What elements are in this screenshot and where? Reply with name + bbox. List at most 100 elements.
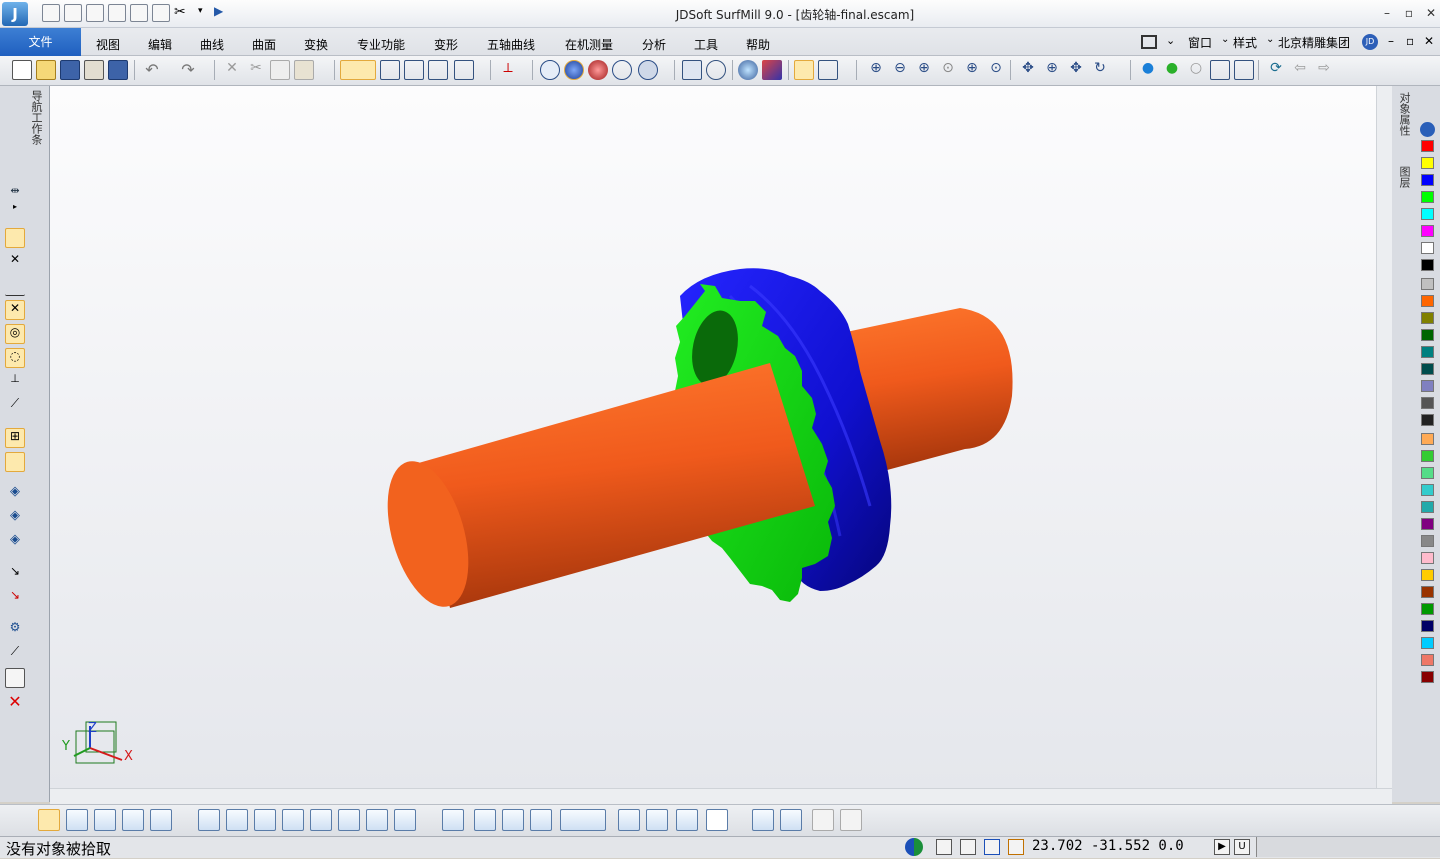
palette-swatch[interactable] xyxy=(1421,312,1434,324)
undo-select-icon[interactable] xyxy=(812,809,834,831)
new-icon[interactable] xyxy=(12,60,32,80)
object-properties-tab[interactable]: 对象属性 xyxy=(1396,92,1412,146)
menu-professional[interactable]: 专业功能 xyxy=(357,36,405,53)
copy-object-icon[interactable] xyxy=(618,809,640,831)
menu-deform[interactable]: 变形 xyxy=(434,36,458,53)
filter-curve-icon[interactable] xyxy=(226,809,248,831)
select-box-icon[interactable] xyxy=(1210,60,1230,80)
menu-analysis[interactable]: 分析 xyxy=(642,36,666,53)
zoom-out-icon[interactable]: ⊖ xyxy=(890,60,910,80)
undo-icon[interactable]: ↶ xyxy=(142,60,162,80)
expand-arrow-icon[interactable]: ▸ xyxy=(5,202,25,222)
menu-tools[interactable]: 工具 xyxy=(694,36,718,53)
save-icon[interactable] xyxy=(60,60,80,80)
palette-swatch[interactable] xyxy=(1421,450,1434,462)
collapse-ribbon-icon[interactable]: ⌄ xyxy=(1166,34,1175,47)
view-right-icon[interactable] xyxy=(428,60,448,80)
grid-tool-icon[interactable]: ⊞ xyxy=(5,428,25,448)
palette-swatch[interactable] xyxy=(1421,278,1434,290)
deselect-box-icon[interactable] xyxy=(1234,60,1254,80)
open-icon[interactable] xyxy=(36,60,56,80)
menu-surface[interactable]: 曲面 xyxy=(252,36,276,53)
ortho-toggle-icon[interactable] xyxy=(984,839,1000,855)
paste-icon[interactable] xyxy=(294,60,314,80)
palette-swatch[interactable] xyxy=(1421,225,1434,237)
close-button[interactable]: ✕ xyxy=(1420,3,1440,23)
surface-tool-1-icon[interactable]: ◈ xyxy=(5,484,25,504)
clear-select-icon[interactable] xyxy=(840,809,862,831)
vertical-scrollbar[interactable] xyxy=(1376,86,1392,788)
lighting-icon[interactable] xyxy=(738,60,758,80)
wireframe-display-icon[interactable] xyxy=(540,60,560,80)
pan-icon[interactable]: ✥ xyxy=(1018,60,1038,80)
user-avatar[interactable]: JD xyxy=(1362,34,1378,50)
pick-cancel-icon[interactable]: ↘ xyxy=(5,588,25,608)
menu-help[interactable]: 帮助 xyxy=(746,36,770,53)
filter-solid-icon[interactable] xyxy=(282,809,304,831)
menu-onmachine-measure[interactable]: 在机测量 xyxy=(565,36,613,53)
shaded-display-icon[interactable] xyxy=(564,60,584,80)
palette-swatch[interactable] xyxy=(1421,242,1434,254)
filter-text-icon[interactable] xyxy=(394,809,416,831)
redo-icon[interactable]: ↷ xyxy=(178,60,198,80)
palette-swatch[interactable] xyxy=(1421,620,1434,632)
layer-lock-icon[interactable] xyxy=(530,809,552,831)
horizontal-scrollbar[interactable] xyxy=(50,788,1392,804)
offset-tool-icon[interactable]: ⊥ xyxy=(5,372,25,392)
palette-swatch[interactable] xyxy=(1421,157,1434,169)
pick-curve-icon[interactable]: ↘ xyxy=(5,564,25,584)
horizontal-line-icon[interactable] xyxy=(5,276,25,296)
zoom-window-icon[interactable]: ⊕ xyxy=(866,60,886,80)
sphere-display-icon[interactable] xyxy=(706,60,726,80)
palette-swatch[interactable] xyxy=(1421,501,1434,513)
navigation-bar-tab[interactable]: 导航工作条 xyxy=(26,90,44,156)
menu-file[interactable]: 文件 xyxy=(0,28,81,56)
filter-mesh-icon[interactable] xyxy=(310,809,332,831)
grid-toggle-icon[interactable] xyxy=(960,839,976,855)
palette-swatch[interactable] xyxy=(1421,586,1434,598)
cut-icon[interactable]: ✂ xyxy=(246,60,266,80)
select-chain-icon[interactable] xyxy=(94,809,116,831)
palette-swatch[interactable] xyxy=(1421,208,1434,220)
view-iso-icon[interactable] xyxy=(454,60,474,80)
layer-hide-icon[interactable] xyxy=(502,809,524,831)
print-preview-icon[interactable] xyxy=(936,839,952,855)
zoom-in-icon[interactable]: ⊕ xyxy=(914,60,934,80)
u-toggle-button[interactable]: U xyxy=(1234,839,1250,855)
arc-tool-icon[interactable]: ◌ xyxy=(5,348,25,368)
color-settings-icon[interactable] xyxy=(1420,122,1435,137)
palette-swatch[interactable] xyxy=(1421,363,1434,375)
layer-list-icon[interactable] xyxy=(818,60,838,80)
cross-line-icon[interactable]: ✕ xyxy=(5,300,25,320)
filter-dim-icon[interactable] xyxy=(366,809,388,831)
layers-tab[interactable]: 图层 xyxy=(1396,166,1412,196)
color-map-icon[interactable] xyxy=(762,60,782,80)
3d-viewport[interactable]: Z Y X xyxy=(50,86,1376,788)
palette-swatch[interactable] xyxy=(1421,603,1434,615)
move-view-icon[interactable]: ✥ xyxy=(1066,60,1086,80)
dimension-tool-icon[interactable] xyxy=(5,452,25,472)
layer-pick-icon[interactable] xyxy=(442,809,464,831)
palette-swatch[interactable] xyxy=(1421,433,1434,445)
filter-group-icon[interactable] xyxy=(338,809,360,831)
doc-minimize-button[interactable]: – xyxy=(1388,34,1394,48)
mesh-display-icon[interactable] xyxy=(682,60,702,80)
view-top-icon[interactable] xyxy=(404,60,424,80)
filter-surface-icon[interactable] xyxy=(254,809,276,831)
print-icon[interactable] xyxy=(84,60,104,80)
line-tool-icon[interactable] xyxy=(5,228,25,248)
doc-restore-button[interactable]: ▫ xyxy=(1406,34,1414,48)
view-front-icon[interactable] xyxy=(380,60,400,80)
material-display-icon[interactable] xyxy=(588,60,608,80)
filter-point-icon[interactable] xyxy=(198,809,220,831)
palette-swatch[interactable] xyxy=(1421,397,1434,409)
trim-tool-icon[interactable]: ⟋ xyxy=(5,396,25,416)
circle-tool-icon[interactable]: ◎ xyxy=(5,324,25,344)
group-tool-icon[interactable]: ⚙ xyxy=(5,620,25,640)
palette-swatch[interactable] xyxy=(1421,518,1434,530)
scale-object-icon[interactable] xyxy=(780,809,802,831)
fullscreen-icon[interactable] xyxy=(1141,35,1157,49)
palette-swatch[interactable] xyxy=(1421,191,1434,203)
palette-swatch[interactable] xyxy=(1421,329,1434,341)
save-all-icon[interactable] xyxy=(108,60,128,80)
